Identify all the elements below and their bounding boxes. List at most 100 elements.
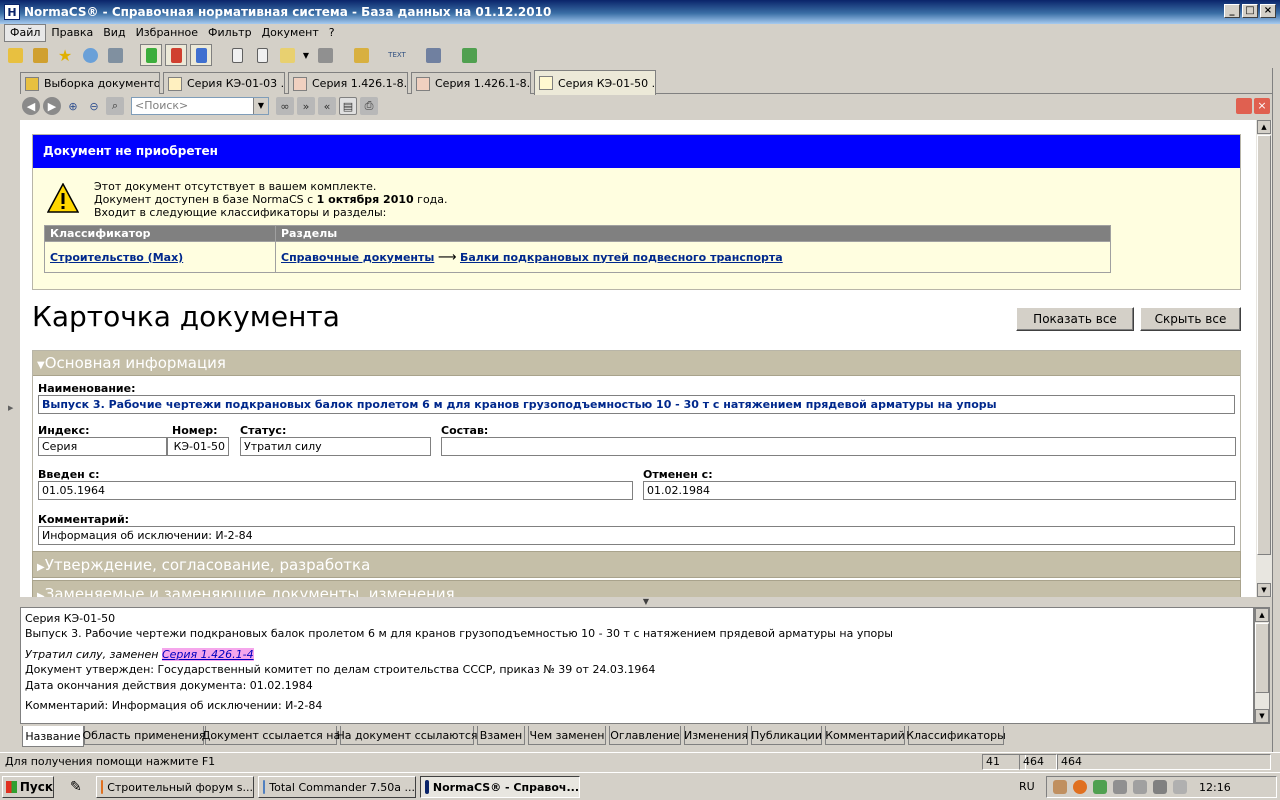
maximize-button[interactable]: □ bbox=[1242, 4, 1258, 18]
scroll-down-icon[interactable]: ▼ bbox=[1257, 583, 1271, 597]
tab-classifiers[interactable]: Классификаторы bbox=[906, 726, 1006, 745]
name-field[interactable]: Выпуск 3. Рабочие чертежи подкрановых ба… bbox=[38, 395, 1235, 414]
print-list-icon[interactable] bbox=[422, 44, 444, 66]
tab-scope[interactable]: Область применения bbox=[83, 726, 205, 745]
tab-changes[interactable]: Изменения bbox=[684, 726, 748, 745]
show-all-button[interactable]: Показать все bbox=[1016, 307, 1134, 331]
menu-filter[interactable]: Фильтр bbox=[203, 25, 257, 41]
tab-ke-01-50[interactable]: Серия КЭ-01-50 ... bbox=[534, 70, 656, 95]
scroll-down-icon[interactable]: ▼ bbox=[1255, 709, 1269, 723]
task-total-commander[interactable]: Total Commander 7.50a ... bbox=[258, 776, 416, 798]
tray-usb-icon[interactable] bbox=[1133, 780, 1147, 794]
menu-favorites[interactable]: Избранное bbox=[131, 25, 203, 41]
close-tab-icon[interactable]: × bbox=[1254, 98, 1270, 114]
red-doc-icon[interactable] bbox=[165, 44, 187, 66]
tab-referenced-by[interactable]: На документ ссылаются bbox=[336, 726, 478, 745]
scroll-up-icon[interactable]: ▲ bbox=[1255, 608, 1269, 622]
minimize-button[interactable]: _ bbox=[1224, 4, 1240, 18]
tab-publications[interactable]: Публикации bbox=[751, 726, 822, 745]
document-folder-icon[interactable] bbox=[276, 44, 298, 66]
tab-comment[interactable]: Комментарий bbox=[825, 726, 905, 745]
document-icon[interactable] bbox=[226, 44, 248, 66]
task-normacs[interactable]: NormaCS® - Справоч... bbox=[420, 776, 580, 798]
menu-view[interactable]: Вид bbox=[98, 25, 130, 41]
tray-firefox-icon[interactable] bbox=[1073, 780, 1087, 794]
pane-splitter[interactable]: ▼ bbox=[20, 597, 1272, 607]
find-in-doc-icon[interactable]: ⌕ bbox=[106, 97, 124, 115]
green-doc-icon[interactable] bbox=[140, 44, 162, 66]
search-dropdown-icon[interactable]: ▼ bbox=[253, 98, 268, 114]
close-button[interactable]: × bbox=[1260, 4, 1276, 18]
forward-icon[interactable]: ▶ bbox=[43, 97, 61, 115]
scroll-up-icon[interactable]: ▲ bbox=[1257, 120, 1271, 134]
summary-scrollbar[interactable]: ▲ ▼ bbox=[1254, 607, 1270, 724]
tab-replaces[interactable]: Взамен bbox=[477, 726, 525, 745]
left-dock-strip[interactable]: ▶ bbox=[0, 68, 20, 752]
scroll-thumb[interactable] bbox=[1255, 623, 1269, 693]
favorites-star-icon[interactable]: ★ bbox=[54, 44, 76, 66]
print-icon[interactable]: ⎙ bbox=[360, 97, 378, 115]
back-icon[interactable]: ◀ bbox=[22, 97, 40, 115]
history-icon[interactable] bbox=[79, 44, 101, 66]
compare-icon[interactable] bbox=[104, 44, 126, 66]
find-prev-icon[interactable]: « bbox=[318, 97, 336, 115]
tab-1-426-1-b[interactable]: Серия 1.426.1-8... bbox=[411, 72, 531, 94]
tray-network-icon[interactable] bbox=[1093, 780, 1107, 794]
volume-icon[interactable] bbox=[1173, 780, 1187, 794]
tray-app-icon[interactable] bbox=[1053, 780, 1067, 794]
blue-doc-icon[interactable] bbox=[190, 44, 212, 66]
add-to-folder-icon[interactable] bbox=[350, 44, 372, 66]
tab-1-426-1-a[interactable]: Серия 1.426.1-8... bbox=[288, 72, 408, 94]
dropdown-arrow-icon[interactable]: ▼ bbox=[301, 44, 311, 66]
replaced-section-header[interactable]: ▶Заменяемые и заменяющие документы, изме… bbox=[32, 580, 1241, 597]
catalog-icon[interactable] bbox=[29, 44, 51, 66]
page-view-icon[interactable]: ▤ bbox=[339, 97, 357, 115]
tab-replaced-by[interactable]: Чем заменен bbox=[528, 726, 606, 745]
tab-references-to[interactable]: Документ ссылается на bbox=[202, 726, 340, 745]
document-tab-icon bbox=[416, 76, 430, 91]
tray-device-icon[interactable] bbox=[1113, 780, 1127, 794]
cancelled-field[interactable]: 01.02.1984 bbox=[643, 481, 1236, 500]
menu-document[interactable]: Документ bbox=[257, 25, 324, 41]
zoom-in-icon[interactable]: ⊕ bbox=[64, 97, 82, 115]
document-stack-icon[interactable] bbox=[314, 44, 336, 66]
text-icon[interactable]: TEXT bbox=[386, 44, 408, 66]
binoculars-icon[interactable]: ∞ bbox=[276, 97, 294, 115]
replacement-link[interactable]: Серия 1.426.1-4 bbox=[161, 648, 254, 661]
classifier-link[interactable]: Строительство (Max) bbox=[50, 251, 183, 264]
language-indicator[interactable]: RU bbox=[1019, 780, 1035, 793]
tab-contents[interactable]: Оглавление bbox=[609, 726, 681, 745]
approval-section-header[interactable]: ▶Утверждение, согласование, разработка bbox=[32, 551, 1241, 578]
zoom-out-icon[interactable]: ⊖ bbox=[85, 97, 103, 115]
hide-all-button[interactable]: Скрыть все bbox=[1140, 307, 1241, 331]
composition-field[interactable] bbox=[441, 437, 1236, 456]
classifier-icon[interactable] bbox=[4, 44, 26, 66]
normacs-icon bbox=[425, 780, 429, 794]
index-field[interactable]: Серия bbox=[38, 437, 167, 456]
task-firefox[interactable]: Строительный форум s... bbox=[96, 776, 254, 798]
content-scrollbar[interactable]: ▲ ▼ bbox=[1256, 120, 1272, 597]
document-copy-icon[interactable] bbox=[251, 44, 273, 66]
scroll-thumb[interactable] bbox=[1257, 135, 1271, 555]
menu-help[interactable]: ? bbox=[324, 25, 340, 41]
tab-name[interactable]: Название bbox=[22, 726, 84, 747]
task-label: Total Commander 7.50a ... bbox=[269, 780, 415, 794]
number-field[interactable]: КЭ-01-50 bbox=[167, 437, 229, 456]
tab-ke-01-03[interactable]: Серия КЭ-01-03 ... bbox=[163, 72, 285, 94]
main-info-section-header[interactable]: ▼Основная информация bbox=[33, 351, 1240, 376]
menu-edit[interactable]: Правка bbox=[46, 25, 98, 41]
quicklaunch-icon[interactable]: ✎ bbox=[70, 779, 82, 795]
introduced-field[interactable]: 01.05.1964 bbox=[38, 481, 633, 500]
menu-file[interactable]: Файл bbox=[4, 24, 47, 42]
status-field[interactable]: Утратил силу bbox=[240, 437, 431, 456]
check-document-icon[interactable] bbox=[458, 44, 480, 66]
tray-monitor-icon[interactable] bbox=[1153, 780, 1167, 794]
section-link-reference[interactable]: Справочные документы bbox=[281, 251, 434, 264]
search-input[interactable]: <Поиск> ▼ bbox=[131, 97, 269, 115]
comment-field[interactable]: Информация об исключении: И-2-84 bbox=[38, 526, 1235, 545]
start-button[interactable]: Пуск bbox=[2, 776, 54, 798]
restore-pane-icon[interactable] bbox=[1236, 98, 1252, 114]
find-next-icon[interactable]: » bbox=[297, 97, 315, 115]
section-link-beams[interactable]: Балки подкрановых путей подвесного транс… bbox=[460, 251, 783, 264]
tab-selection[interactable]: Выборка документов bbox=[20, 72, 160, 94]
